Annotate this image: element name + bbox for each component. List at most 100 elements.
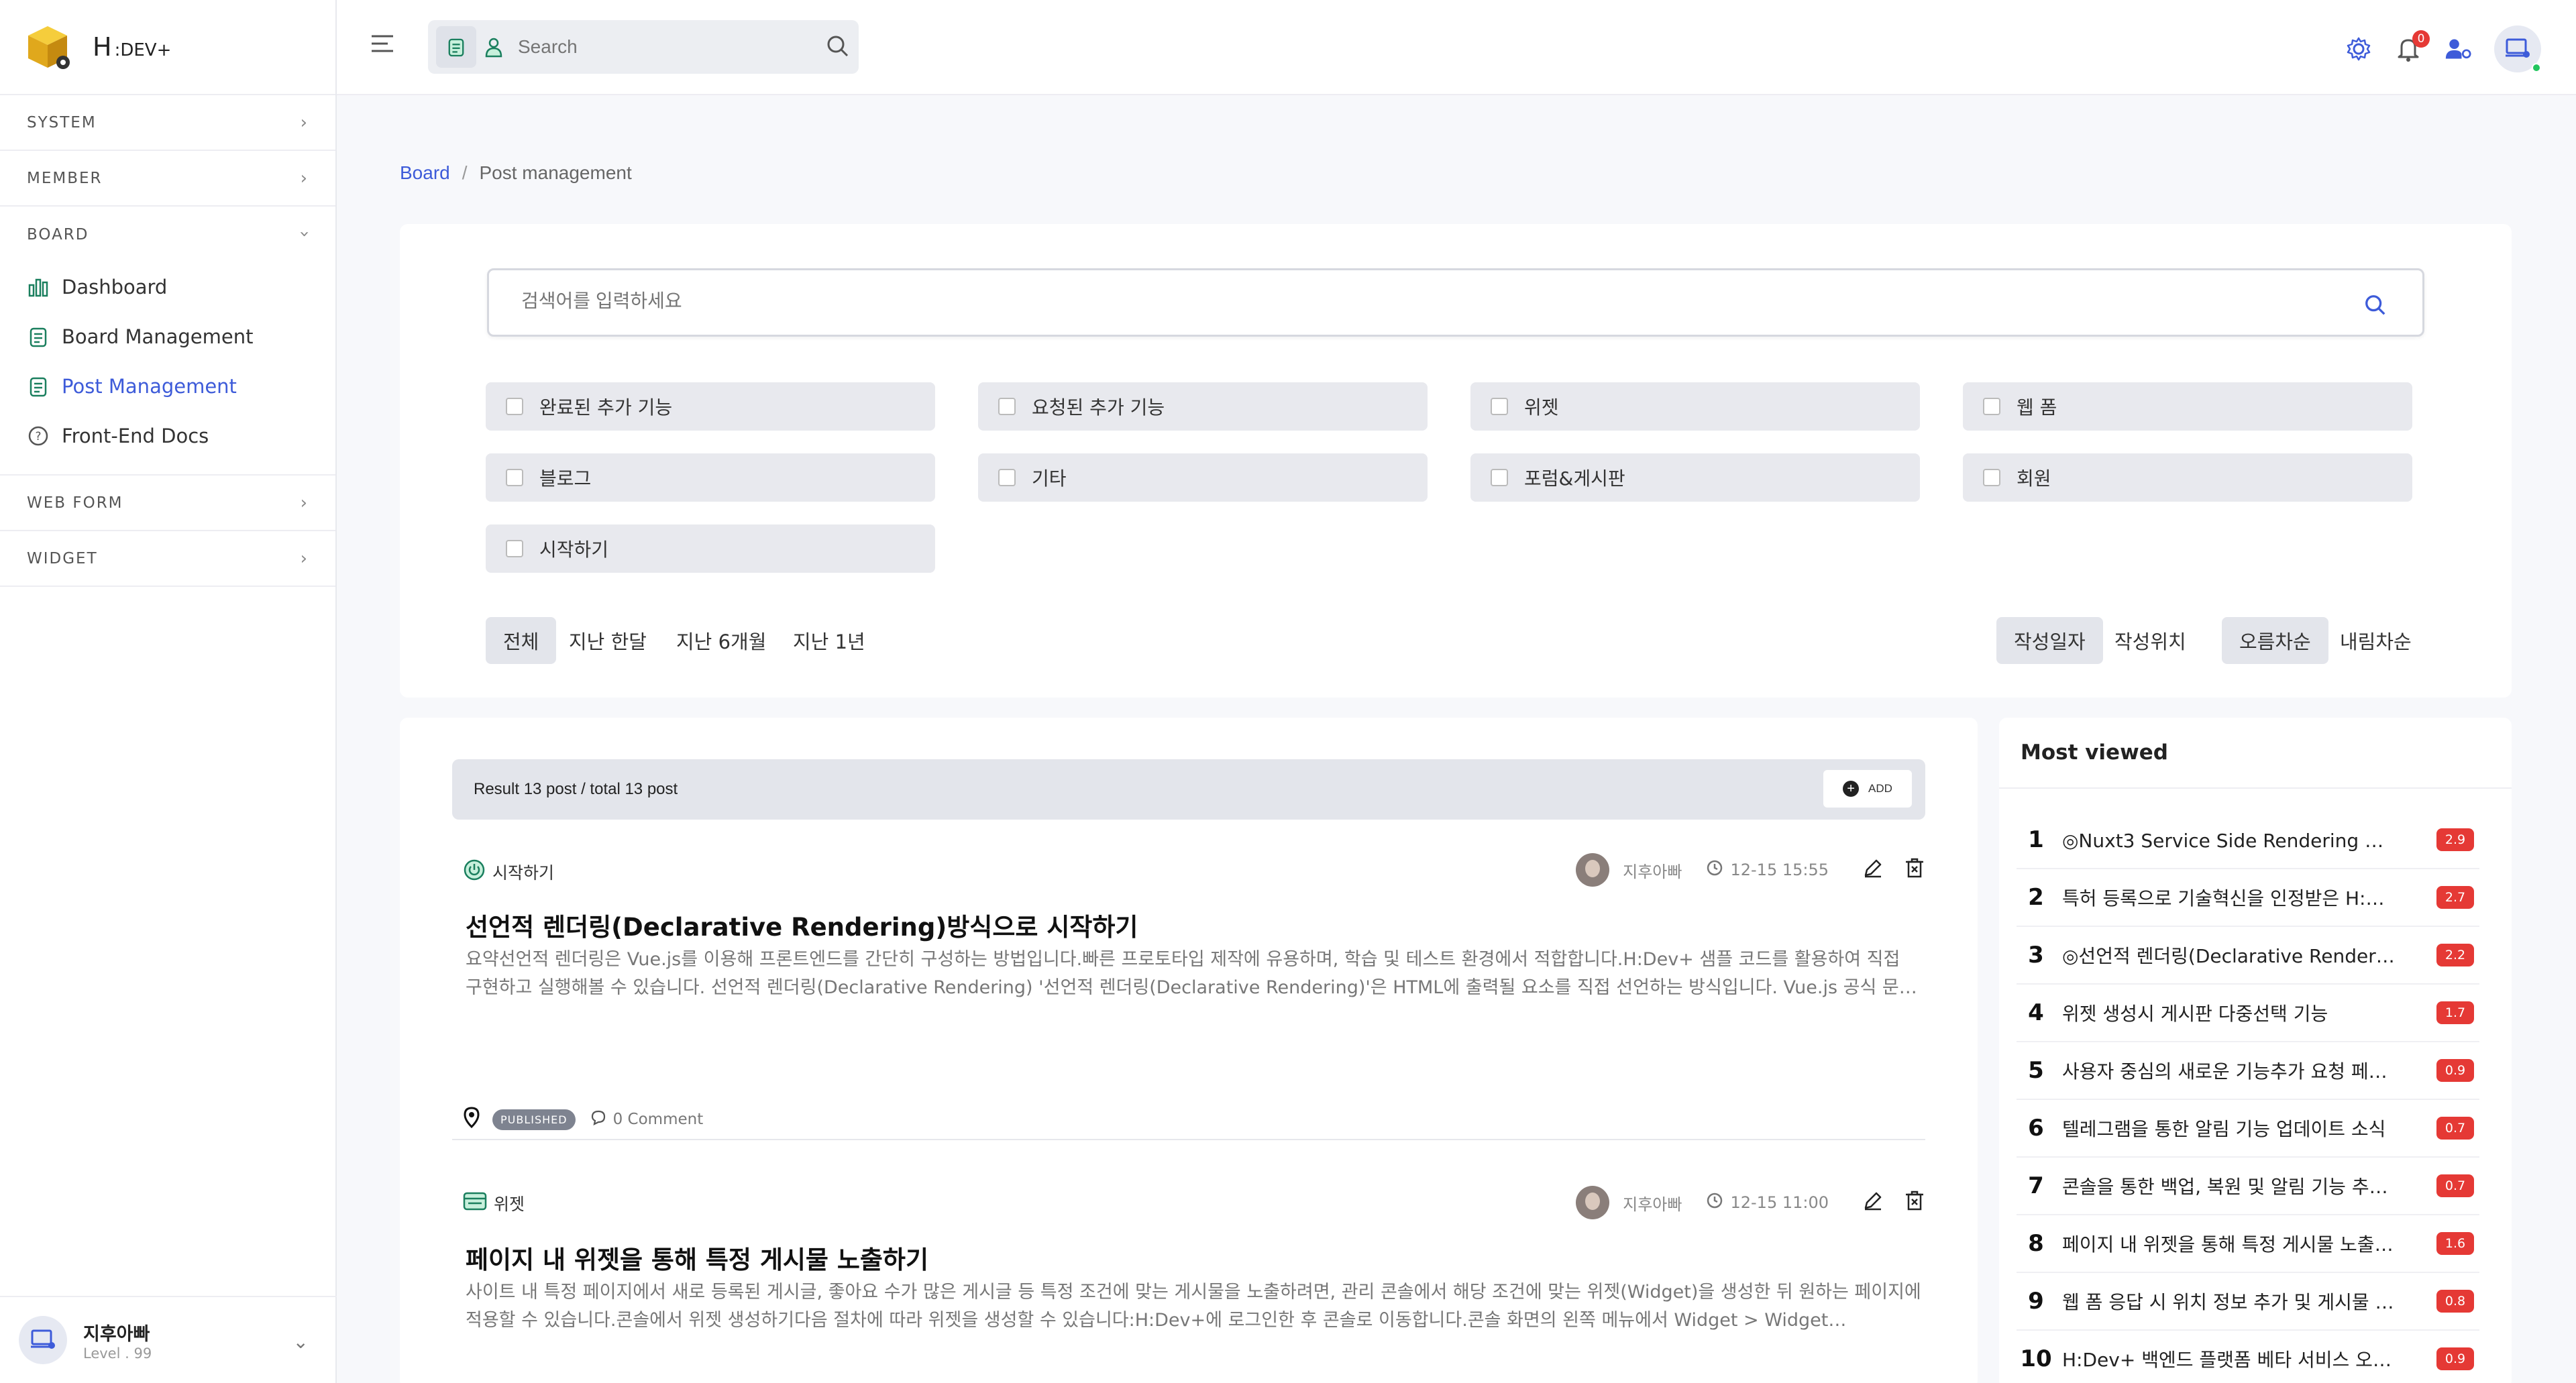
search-input[interactable] (518, 36, 800, 58)
checkbox-box[interactable] (1983, 469, 2000, 486)
user-level: Level . 99 (83, 1345, 152, 1362)
item-title[interactable]: ◎선언적 렌더링(Declarative Rendering)방식으로 시작하기 (2062, 942, 2398, 969)
comment-count[interactable]: 0 Comment (613, 1111, 704, 1128)
settings-gear-icon[interactable] (2345, 36, 2372, 62)
checkbox-box[interactable] (1491, 398, 1508, 415)
edit-pencil-icon[interactable] (1862, 857, 1884, 883)
category-label: 회원 (2017, 467, 2051, 490)
plus-circle-icon: + (1843, 781, 1860, 797)
list-item[interactable]: 3 ◎선언적 렌더링(Declarative Rendering)방식으로 시작하… (2017, 927, 2479, 985)
list-item[interactable]: 10 H:Dev+ 백엔드 플랫폼 베타 서비스 오픈 안내 0.9 (2017, 1331, 2479, 1383)
list-item[interactable]: 4 위젯 생성시 게시판 다중선택 기능 1.7 (2017, 985, 2479, 1042)
category-checkbox[interactable]: 기타 (978, 453, 1428, 502)
laptop-user-icon (31, 1329, 55, 1349)
sort-by-location[interactable]: 작성위치 (2097, 617, 2204, 664)
sort-by-date[interactable]: 작성일자 (1996, 617, 2103, 664)
chevron-right-icon: › (300, 492, 309, 513)
location-pin-icon[interactable] (463, 1107, 480, 1132)
post-category[interactable]: 위젯 (494, 1191, 525, 1215)
board-submenu: Dashboard Board Management Post Manageme… (0, 262, 335, 476)
delete-trash-icon[interactable] (1904, 857, 1925, 883)
post-search-input[interactable] (521, 290, 2265, 312)
sidebar-section-member[interactable]: MEMBER › (0, 151, 335, 207)
laptop-user-icon (2506, 38, 2530, 58)
item-title[interactable]: 텔레그램을 통한 알림 기능 업데이트 소식 (2062, 1115, 2398, 1142)
post-title[interactable]: 페이지 내 위젯을 통해 특정 게시물 노출하기 (466, 1239, 928, 1276)
category-checkbox[interactable]: 위젯 (1470, 382, 1920, 431)
category-checkbox[interactable]: 포럼&게시판 (1470, 453, 1920, 502)
period-filter-6months[interactable]: 지난 6개월 (659, 617, 784, 664)
post-date: 12-15 11:00 (1730, 1193, 1829, 1212)
category-checkbox[interactable]: 웹 폼 (1963, 382, 2412, 431)
sidebar-item-label: Post Management (62, 375, 237, 398)
post-title[interactable]: 선언적 렌더링(Declarative Rendering)방식으로 시작하기 (466, 907, 1138, 943)
search-icon[interactable] (825, 34, 851, 62)
breadcrumb-link-board[interactable]: Board (400, 162, 450, 183)
sidebar-item-board-management[interactable]: Board Management (0, 312, 335, 362)
notification-bell-icon[interactable]: 0 (2395, 30, 2430, 62)
delete-trash-icon[interactable] (1904, 1190, 1925, 1215)
list-item[interactable]: 6 텔레그램을 통한 알림 기능 업데이트 소식 0.7 (2017, 1100, 2479, 1158)
period-filter-all[interactable]: 전체 (486, 617, 557, 664)
online-status-dot (2532, 63, 2541, 72)
post-item[interactable]: 위젯 지후아빠 12-15 11:00 페이지 내 위젯을 통해 특정 게시물 … (463, 1186, 1925, 1383)
item-title[interactable]: 콘솔을 통한 백업, 복원 및 알림 기능 추가 안내 (2062, 1172, 2398, 1199)
period-filter-month[interactable]: 지난 한달 (551, 617, 664, 664)
search-icon[interactable] (2363, 293, 2387, 320)
clipboard-icon[interactable] (436, 26, 476, 68)
item-title[interactable]: 위젯 생성시 게시판 다중선택 기능 (2062, 999, 2398, 1026)
item-title[interactable]: 페이지 내 위젯을 통해 특정 게시물 노출하기 (2062, 1230, 2398, 1257)
post-category[interactable]: 시작하기 (492, 860, 554, 884)
category-checkbox[interactable]: 시작하기 (486, 524, 935, 573)
list-item[interactable]: 5 사용자 중심의 새로운 기능추가 요청 페이지 오픈 0.9 (2017, 1042, 2479, 1100)
sidebar-section-system[interactable]: SYSTEM › (0, 95, 335, 151)
checkbox-box[interactable] (1983, 398, 2000, 415)
checkbox-box[interactable] (998, 469, 1016, 486)
category-checkbox[interactable]: 완료된 추가 기능 (486, 382, 935, 431)
power-circle-icon (463, 859, 486, 885)
sidebar-item-dashboard[interactable]: Dashboard (0, 262, 335, 312)
post-item[interactable]: 시작하기 지후아빠 12-15 15:55 선언적 렌더링(Declarativ… (463, 853, 1925, 1130)
category-checkbox[interactable]: 요청된 추가 기능 (978, 382, 1428, 431)
sidebar-item-front-end-docs[interactable]: ? Front-End Docs (0, 411, 335, 461)
period-filter-year[interactable]: 지난 1년 (775, 617, 883, 664)
sidebar-item-post-management[interactable]: Post Management (0, 362, 335, 411)
list-item[interactable]: 7 콘솔을 통한 백업, 복원 및 알림 기능 추가 안내 0.7 (2017, 1158, 2479, 1215)
list-item[interactable]: 9 웹 폼 응답 시 위치 정보 추가 및 게시물 게시 기능 0.8 (2017, 1273, 2479, 1331)
category-checkbox[interactable]: 회원 (1963, 453, 2412, 502)
user-icon[interactable] (476, 36, 511, 58)
checkbox-box[interactable] (998, 398, 1016, 415)
sidebar-section-web-form[interactable]: WEB FORM › (0, 476, 335, 531)
list-item[interactable]: 1 ◎Nuxt3 Service Side Rendering 환경에서 시작하기… (2017, 812, 2479, 869)
checkbox-box[interactable] (506, 398, 523, 415)
section-label: SYSTEM (27, 113, 97, 131)
sidebar-section-board[interactable]: BOARD › (0, 207, 335, 262)
chevron-down-icon[interactable]: ⌄ (293, 1331, 309, 1353)
help-circle-icon: ? (27, 425, 50, 447)
list-item[interactable]: 2 특허 등록으로 기술혁신을 인정받은 H:Dev+ 2.7 (2017, 869, 2479, 927)
avatar[interactable] (2494, 25, 2541, 72)
item-title[interactable]: 사용자 중심의 새로운 기능추가 요청 페이지 오픈 (2062, 1057, 2398, 1084)
category-checkbox[interactable]: 블로그 (486, 453, 935, 502)
list-item[interactable]: 8 페이지 내 위젯을 통해 특정 게시물 노출하기 1.6 (2017, 1215, 2479, 1273)
hamburger-menu-icon[interactable] (369, 32, 396, 58)
add-post-button[interactable]: + ADD (1823, 770, 1912, 808)
order-ascending[interactable]: 오름차순 (2222, 617, 2328, 664)
item-title[interactable]: H:Dev+ 백엔드 플랫폼 베타 서비스 오픈 안내 (2062, 1345, 2398, 1372)
view-score-badge: 2.7 (2436, 886, 2474, 909)
checkbox-box[interactable] (506, 469, 523, 486)
view-score-badge: 0.7 (2436, 1117, 2474, 1140)
logo[interactable]: H:DEV+ (0, 0, 335, 95)
checkbox-box[interactable] (506, 540, 523, 557)
user-profile[interactable]: 지후아빠 Level . 99 ⌄ (0, 1296, 337, 1383)
item-title[interactable]: 특허 등록으로 기술혁신을 인정받은 H:Dev+ (2062, 884, 2398, 911)
item-title[interactable]: ◎Nuxt3 Service Side Rendering 환경에서 시작하기 (2062, 826, 2398, 853)
edit-pencil-icon[interactable] (1862, 1190, 1884, 1215)
item-title[interactable]: 웹 폼 응답 시 위치 정보 추가 및 게시물 게시 기능 (2062, 1288, 2398, 1315)
checkbox-box[interactable] (1491, 469, 1508, 486)
order-descending[interactable]: 내림차순 (2322, 617, 2429, 664)
category-label: 웹 폼 (2017, 396, 2057, 419)
user-settings-icon[interactable] (2445, 36, 2471, 62)
category-label: 기타 (1032, 467, 1067, 490)
sidebar-section-widget[interactable]: WIDGET › (0, 531, 335, 587)
